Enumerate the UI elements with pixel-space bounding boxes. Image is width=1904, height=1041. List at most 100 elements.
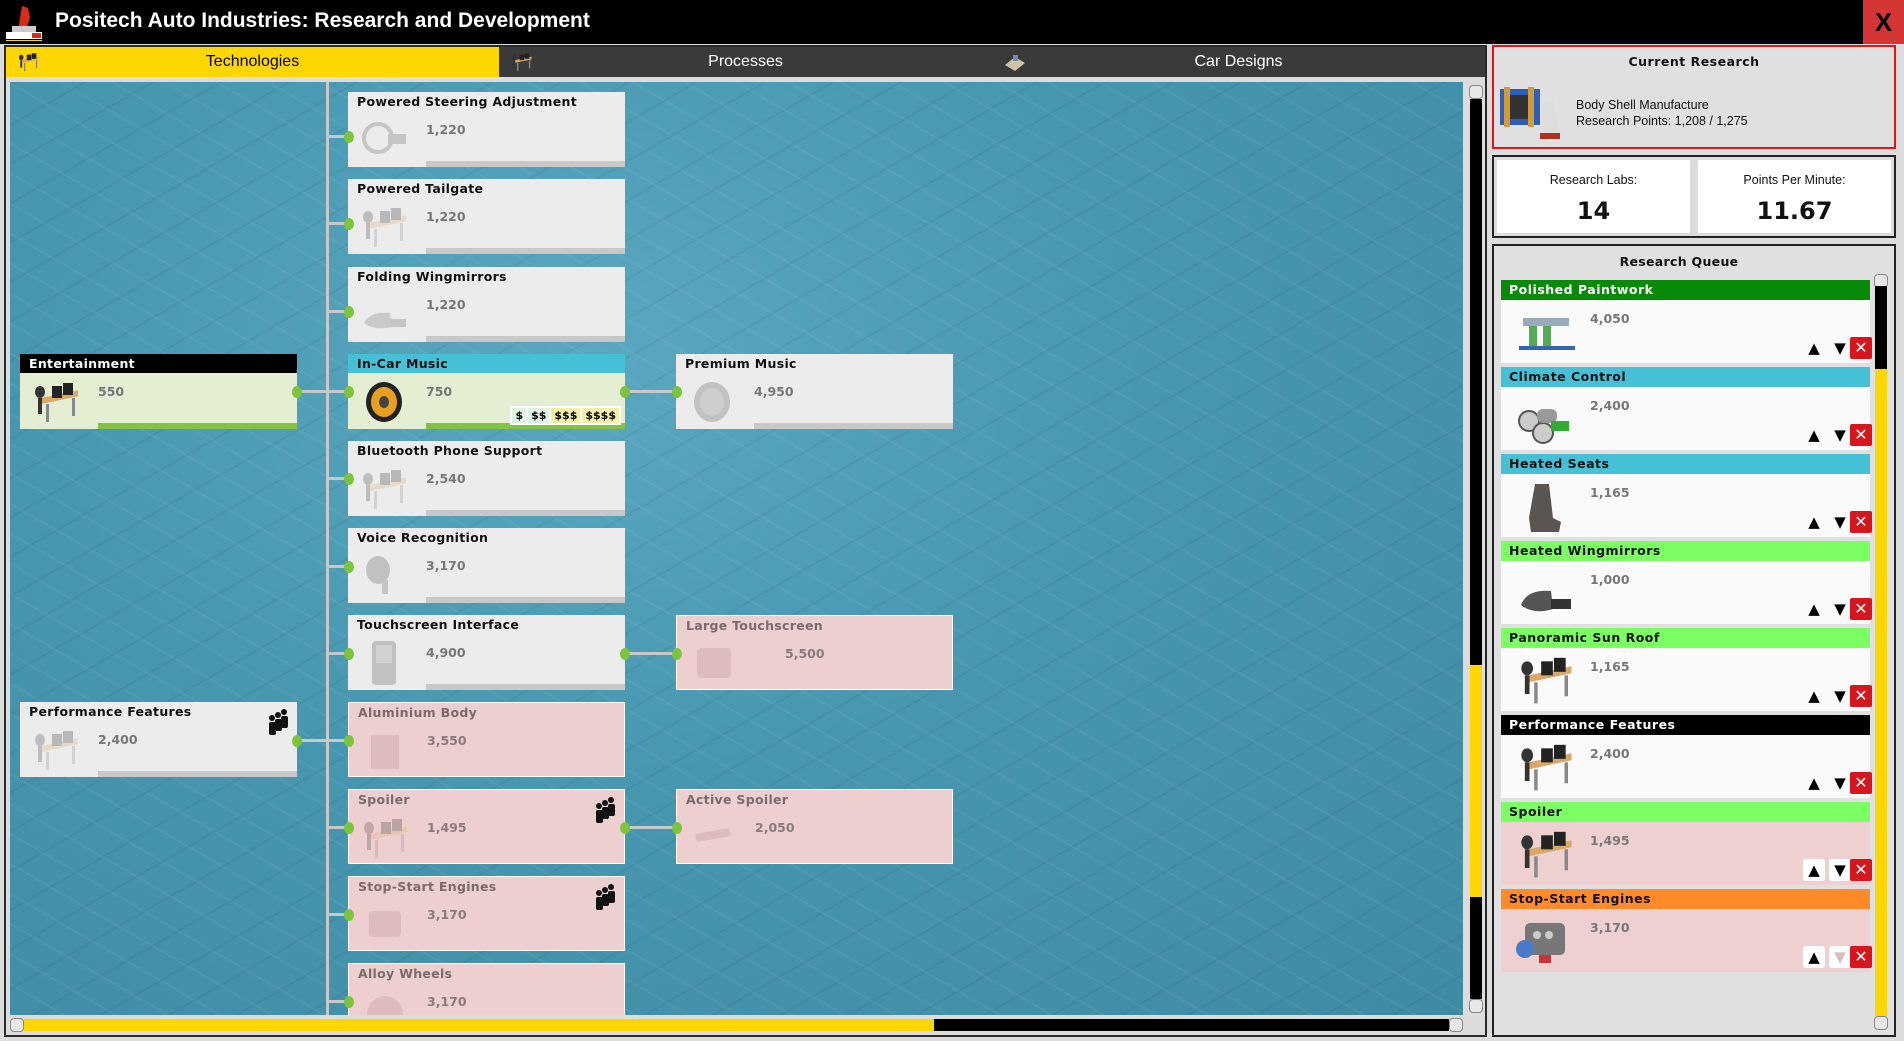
tree-horizontal-scrollbar[interactable] (10, 1017, 1463, 1033)
queue-item[interactable]: Polished Paintwork 4,050 ▲ ▼ ✕ (1501, 280, 1872, 363)
engine-icon (369, 911, 401, 937)
tech-node-premium-music[interactable]: Premium Music 4,950 (676, 354, 953, 429)
queue-item-title: Performance Features (1501, 715, 1870, 735)
technology-tree[interactable]: Powered Steering Adjustment 1,220 Powere… (10, 82, 1463, 1015)
tech-node-powered-tailgate[interactable]: Powered Tailgate 1,220 (348, 179, 625, 254)
wheel-icon (367, 996, 403, 1015)
queue-item[interactable]: Spoiler 1,495 ▲ ▼ ✕ (1501, 802, 1872, 885)
move-up-button[interactable]: ▲ (1803, 598, 1825, 620)
tech-node-active-spoiler[interactable]: Active Spoiler 2,050 (676, 789, 953, 864)
node-title: Powered Steering Adjustment (357, 94, 577, 109)
desk-icon (1521, 831, 1572, 878)
queue-item[interactable]: Stop-Start Engines 3,170 ▲ ▼ ✕ (1501, 889, 1872, 972)
move-down-button[interactable]: ▼ (1829, 859, 1851, 881)
connector-dot (620, 648, 630, 660)
tree-connector (624, 390, 678, 393)
queue-scrollbar[interactable] (1874, 274, 1888, 1030)
move-up-button[interactable]: ▲ (1803, 685, 1825, 707)
scroll-up-button[interactable] (1469, 85, 1483, 99)
connector-dot (344, 131, 354, 143)
connector-dot (344, 648, 354, 660)
scroll-down-button[interactable] (1874, 1016, 1888, 1030)
remove-from-queue-button[interactable]: ✕ (1850, 772, 1872, 794)
tech-node-powered-steering[interactable]: Powered Steering Adjustment 1,220 (348, 92, 625, 167)
queue-item[interactable]: Heated Wingmirrors 1,000 ▲ ▼ ✕ (1501, 541, 1872, 624)
move-up-button[interactable]: ▲ (1803, 859, 1825, 881)
connector-dot (344, 996, 354, 1008)
node-progress-bar (426, 684, 625, 690)
node-cost: 1,220 (426, 122, 466, 137)
remove-from-queue-button[interactable]: ✕ (1850, 337, 1872, 359)
spoiler-icon (695, 828, 731, 842)
price-tier-2[interactable]: $$ (528, 408, 550, 423)
remove-from-queue-button[interactable]: ✕ (1850, 424, 1872, 446)
node-cost: 2,400 (98, 732, 138, 747)
move-down-button[interactable]: ▼ (1829, 337, 1851, 359)
move-down-button[interactable]: ▼ (1829, 424, 1851, 446)
move-up-button[interactable]: ▲ (1803, 424, 1825, 446)
tech-node-spoiler[interactable]: Spoiler 1,495 (348, 789, 625, 864)
move-up-button[interactable]: ▲ (1803, 772, 1825, 794)
node-title: Entertainment (20, 354, 297, 373)
move-down-button[interactable]: ▼ (1829, 685, 1851, 707)
connector-dot (292, 735, 302, 747)
node-cost: 3,170 (426, 558, 466, 573)
queue-item[interactable]: Panoramic Sun Roof 1,165 ▲ ▼ ✕ (1501, 628, 1872, 711)
price-tier-1[interactable]: $ (512, 408, 527, 423)
close-button[interactable]: X (1863, 0, 1904, 44)
climate-icon (1518, 409, 1569, 444)
tech-node-folding-wingmirrors[interactable]: Folding Wingmirrors 1,220 (348, 267, 625, 342)
scroll-thumb[interactable] (24, 1019, 934, 1031)
tech-node-in-car-music[interactable]: In-Car Music 750 $ $$ $$$ $$$$ (348, 354, 625, 429)
scroll-left-button[interactable] (10, 1018, 24, 1032)
scroll-down-button[interactable] (1469, 999, 1483, 1013)
scroll-thumb[interactable] (1875, 369, 1887, 1016)
connector-dot (620, 386, 630, 398)
scroll-thumb[interactable] (1470, 665, 1482, 897)
tech-node-voice-recognition[interactable]: Voice Recognition 3,170 (348, 528, 625, 603)
tab-processes[interactable]: Processes (499, 47, 992, 77)
tech-node-bluetooth[interactable]: Bluetooth Phone Support 2,540 (348, 441, 625, 516)
tech-node-performance-features[interactable]: Performance Features 2,400 (20, 702, 297, 777)
remove-from-queue-button[interactable]: ✕ (1850, 685, 1872, 707)
remove-from-queue-button[interactable]: ✕ (1850, 859, 1872, 881)
tech-node-touchscreen-interface[interactable]: Touchscreen Interface 4,900 (348, 615, 625, 690)
tab-label: Technologies (205, 53, 300, 70)
touchscreen-icon (697, 648, 731, 678)
move-up-button[interactable]: ▲ (1803, 511, 1825, 533)
tree-connector (294, 739, 350, 742)
current-research-points: Research Points: 1,208 / 1,275 (1576, 114, 1748, 128)
move-down-button[interactable]: ▼ (1829, 598, 1851, 620)
remove-from-queue-button[interactable]: ✕ (1850, 598, 1872, 620)
window-title: Positech Auto Industries: Research and D… (55, 9, 590, 32)
tab-car-designs[interactable]: Car Designs (992, 47, 1485, 77)
tech-node-stop-start-engines[interactable]: Stop-Start Engines 3,170 (348, 876, 625, 951)
wingmirror-icon (364, 312, 406, 329)
touchscreen-icon (372, 641, 396, 685)
queue-item[interactable]: Climate Control 2,400 ▲ ▼ ✕ (1501, 367, 1872, 450)
node-cost: 1,220 (426, 297, 466, 312)
desk-icon (16, 51, 42, 73)
price-tier-4[interactable]: $$$$ (582, 408, 619, 423)
queue-item[interactable]: Heated Seats 1,165 ▲ ▼ ✕ (1501, 454, 1872, 537)
queue-item-cost: 3,170 (1590, 920, 1630, 935)
connector-dot (344, 473, 354, 485)
move-down-button[interactable]: ▼ (1829, 772, 1851, 794)
tech-node-aluminium-body[interactable]: Aluminium Body 3,550 (348, 702, 625, 777)
remove-from-queue-button[interactable]: ✕ (1850, 511, 1872, 533)
tab-technologies[interactable]: Technologies (6, 47, 499, 77)
tree-vertical-scrollbar[interactable] (1469, 85, 1483, 1013)
tech-node-large-touchscreen[interactable]: Large Touchscreen 5,500 (676, 615, 953, 690)
node-title: Touchscreen Interface (357, 617, 520, 632)
queue-item[interactable]: Performance Features 2,400 ▲ ▼ ✕ (1501, 715, 1872, 798)
tech-node-alloy-wheels[interactable]: Alloy Wheels 3,170 (348, 963, 625, 1015)
move-up-button[interactable]: ▲ (1803, 946, 1825, 968)
node-cost: 4,900 (426, 645, 466, 660)
node-progress-bar (426, 336, 625, 342)
price-tier-3[interactable]: $$$ (551, 408, 581, 423)
move-up-button[interactable]: ▲ (1803, 337, 1825, 359)
remove-from-queue-button[interactable]: ✕ (1850, 946, 1872, 968)
tech-node-entertainment[interactable]: Entertainment 550 (20, 354, 297, 429)
move-down-button[interactable]: ▼ (1829, 511, 1851, 533)
scroll-right-button[interactable] (1449, 1018, 1463, 1032)
